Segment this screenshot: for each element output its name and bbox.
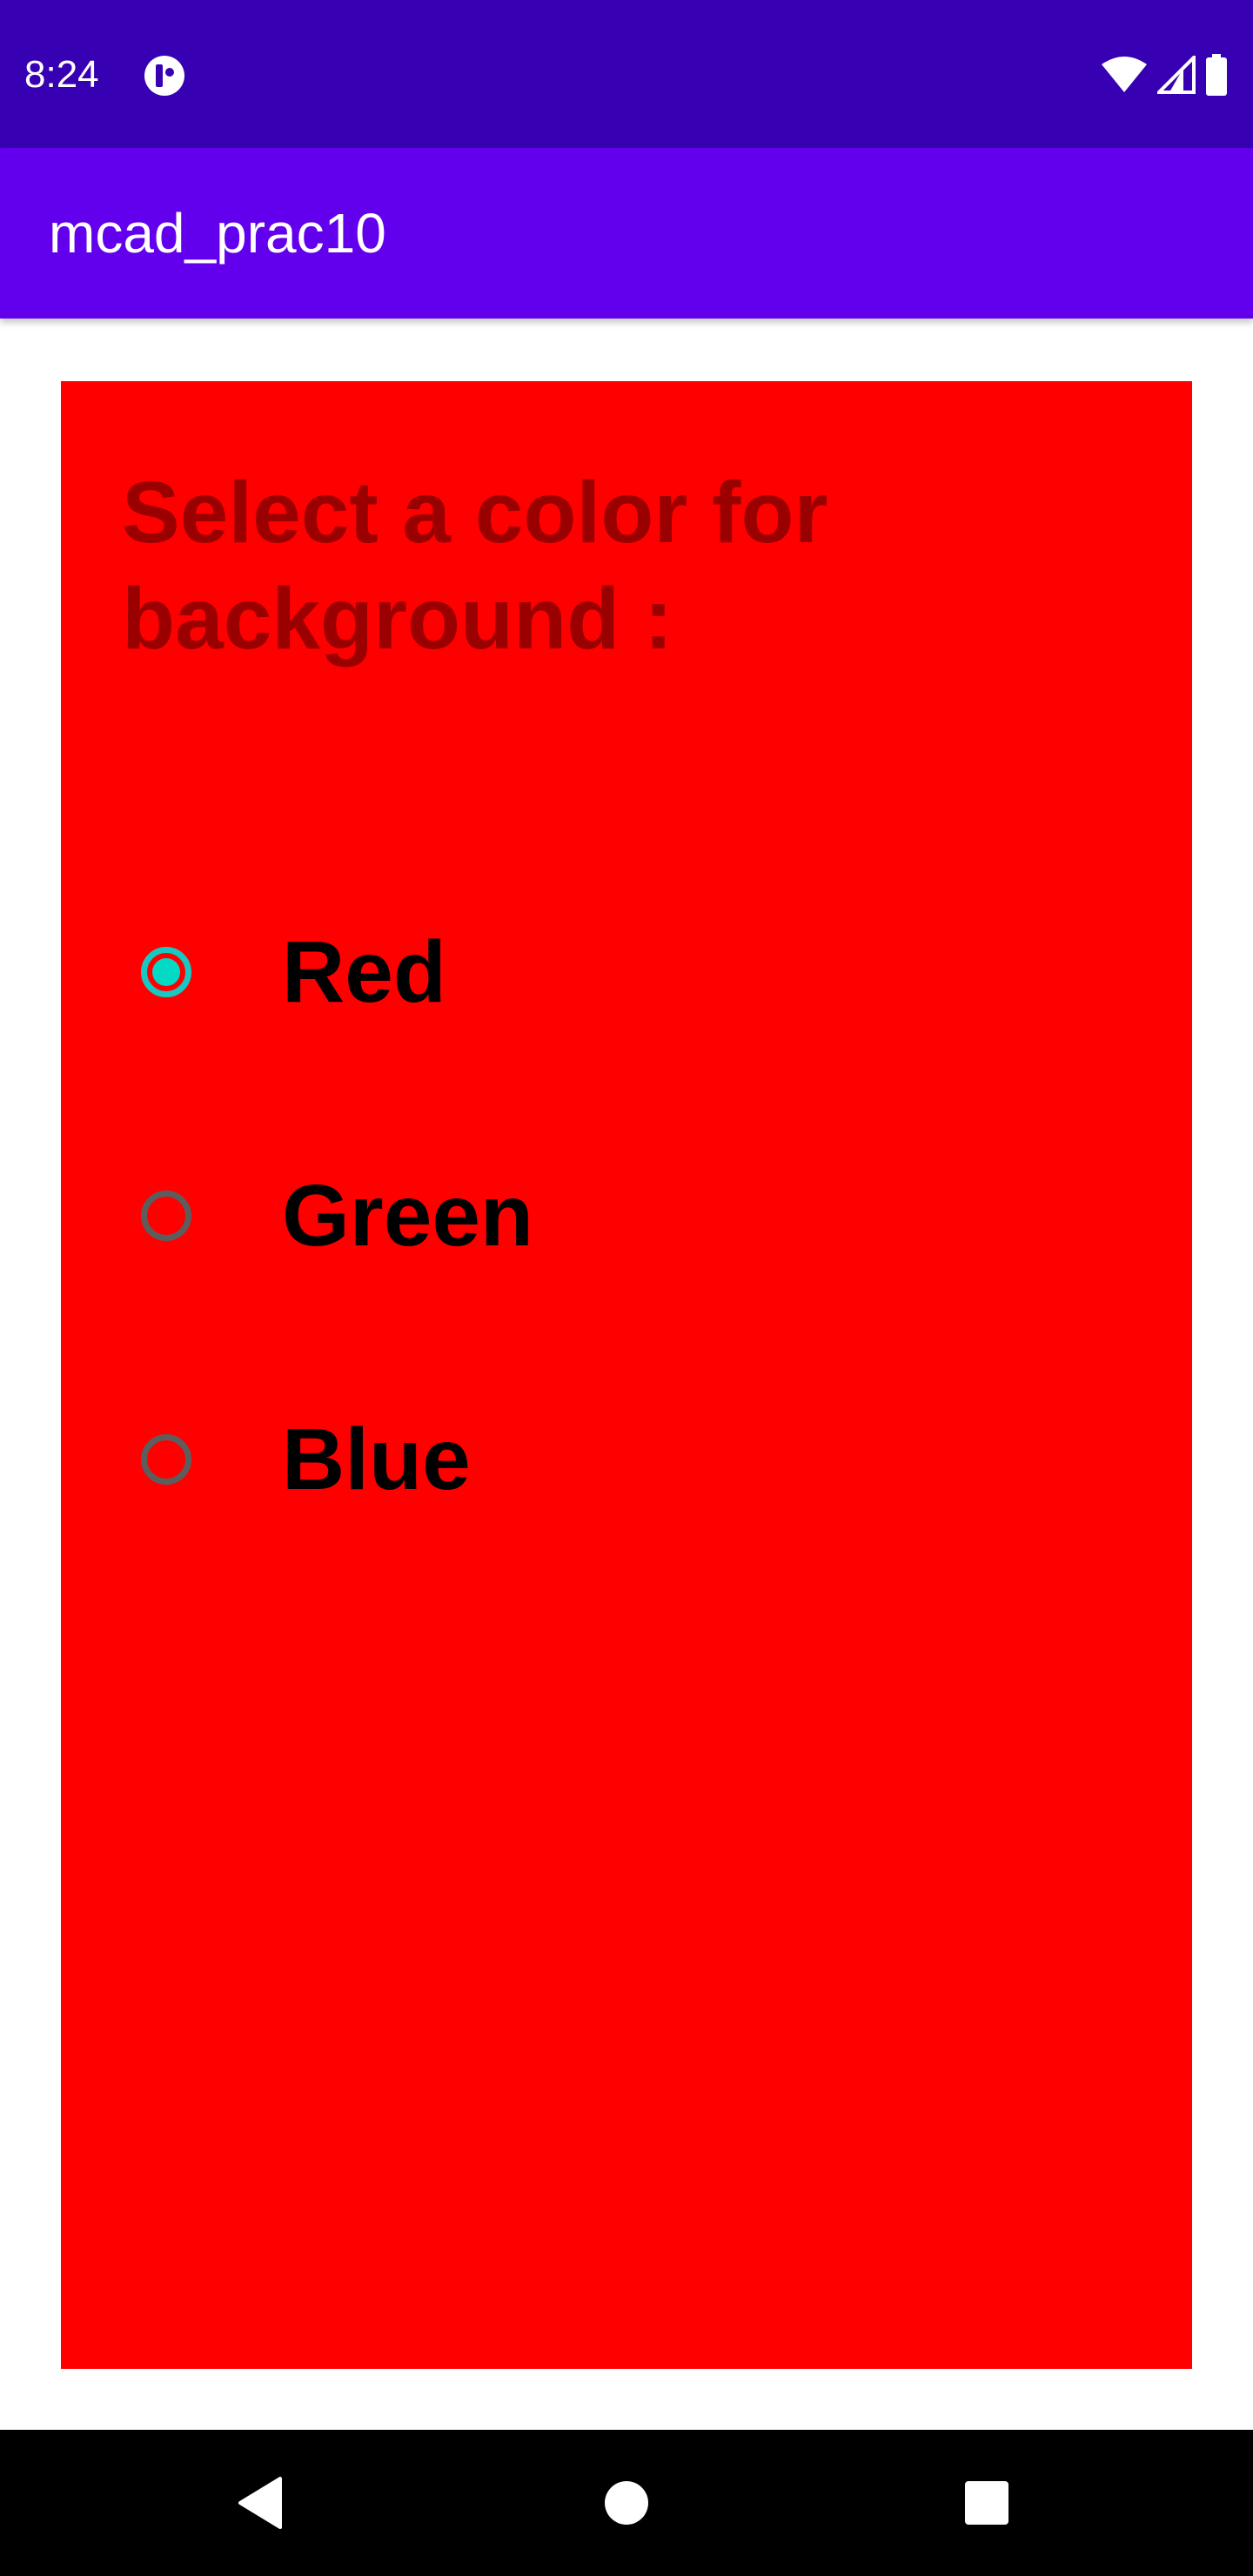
radio-button-green[interactable] xyxy=(141,1191,191,1241)
screen: 8:24 mcad_prac10 Select a color for back… xyxy=(0,0,1253,2576)
home-circle-icon xyxy=(605,2481,648,2525)
color-radio-group: Red Green Blue xyxy=(61,851,1192,1582)
radio-option-blue[interactable]: Blue xyxy=(61,1338,1192,1582)
app-title: mcad_prac10 xyxy=(49,202,386,265)
radio-button-blue[interactable] xyxy=(141,1434,191,1485)
recents-square-icon xyxy=(965,2481,1008,2525)
wifi-icon xyxy=(1100,56,1149,94)
recents-button[interactable] xyxy=(914,2430,1060,2576)
radio-label-green[interactable]: Green xyxy=(282,1159,533,1272)
back-button[interactable] xyxy=(188,2430,334,2576)
radio-option-green[interactable]: Green xyxy=(61,1095,1192,1338)
back-triangle-icon xyxy=(238,2477,282,2529)
radio-option-red[interactable]: Red xyxy=(61,851,1192,1095)
radio-selected-dot xyxy=(152,958,180,986)
status-bar: 8:24 xyxy=(0,0,1253,148)
status-time: 8:24 xyxy=(24,53,99,96)
prompt-text: Select a color for background : xyxy=(122,464,828,667)
status-icons xyxy=(1100,50,1229,99)
radio-button-red[interactable] xyxy=(141,947,191,997)
cell-signal-icon xyxy=(1157,56,1196,94)
battery-icon xyxy=(1204,54,1229,96)
navigation-bar xyxy=(0,2430,1253,2576)
color-panel: Select a color for background : Red Gree… xyxy=(61,381,1192,2369)
radio-label-blue[interactable]: Blue xyxy=(282,1403,471,1516)
tracking-app-icon xyxy=(143,54,186,97)
home-button[interactable] xyxy=(553,2430,700,2576)
radio-label-red[interactable]: Red xyxy=(282,916,446,1029)
app-bar: mcad_prac10 xyxy=(0,148,1253,319)
